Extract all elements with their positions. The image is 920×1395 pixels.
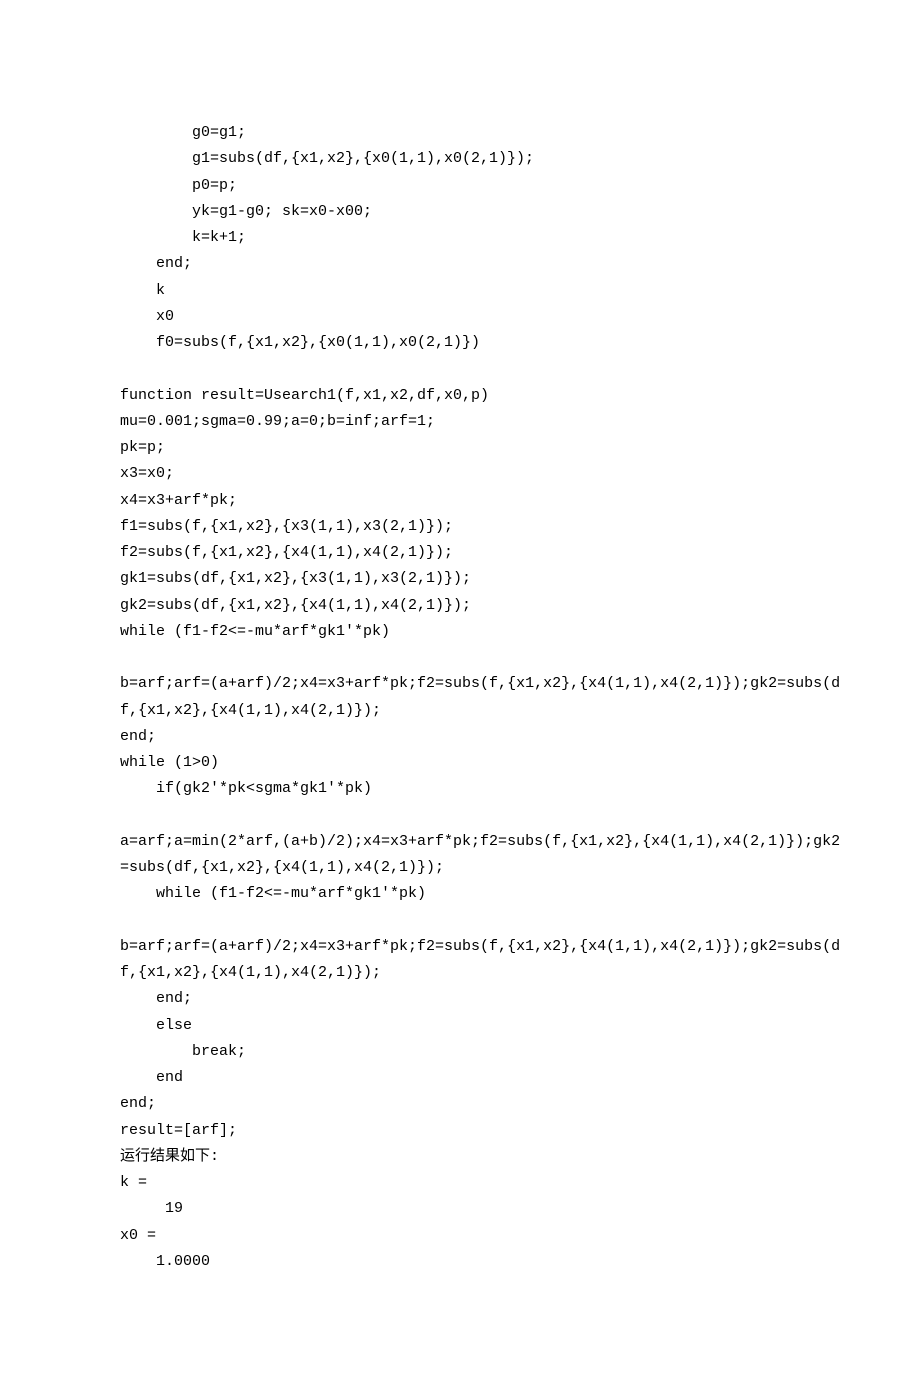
- code-line: x3=x0;: [120, 461, 800, 487]
- code-line: end;: [120, 251, 800, 277]
- code-line: g0=g1;: [120, 120, 800, 146]
- code-line: f,{x1,x2},{x4(1,1),x4(2,1)});: [120, 960, 800, 986]
- code-line: p0=p;: [120, 173, 800, 199]
- code-line: [120, 645, 800, 671]
- code-line: function result=Usearch1(f,x1,x2,df,x0,p…: [120, 383, 800, 409]
- code-line: mu=0.001;sgma=0.99;a=0;b=inf;arf=1;: [120, 409, 800, 435]
- code-line: while (f1-f2<=-mu*arf*gk1'*pk): [120, 619, 800, 645]
- code-line: k: [120, 278, 800, 304]
- code-line: [120, 803, 800, 829]
- code-line: b=arf;arf=(a+arf)/2;x4=x3+arf*pk;f2=subs…: [120, 671, 800, 697]
- code-line: a=arf;a=min(2*arf,(a+b)/2);x4=x3+arf*pk;…: [120, 829, 800, 855]
- code-line: end;: [120, 986, 800, 1012]
- code-line: x0: [120, 304, 800, 330]
- code-line: while (1>0): [120, 750, 800, 776]
- code-line: k=k+1;: [120, 225, 800, 251]
- code-line: k =: [120, 1170, 800, 1196]
- code-line: 1.0000: [120, 1249, 800, 1275]
- code-line: yk=g1-g0; sk=x0-x00;: [120, 199, 800, 225]
- code-line: end;: [120, 1091, 800, 1117]
- code-line: x0 =: [120, 1223, 800, 1249]
- code-line: result=[arf];: [120, 1118, 800, 1144]
- code-line: gk2=subs(df,{x1,x2},{x4(1,1),x4(2,1)});: [120, 593, 800, 619]
- code-line: [120, 908, 800, 934]
- code-line: pk=p;: [120, 435, 800, 461]
- code-line: [120, 356, 800, 382]
- code-line: if(gk2'*pk<sgma*gk1'*pk): [120, 776, 800, 802]
- code-line: f0=subs(f,{x1,x2},{x0(1,1),x0(2,1)}): [120, 330, 800, 356]
- code-document: g0=g1;g1=subs(df,{x1,x2},{x0(1,1),x0(2,1…: [120, 120, 800, 1275]
- code-line: end: [120, 1065, 800, 1091]
- code-line: else: [120, 1013, 800, 1039]
- code-line: f,{x1,x2},{x4(1,1),x4(2,1)});: [120, 698, 800, 724]
- code-line: 运行结果如下:: [120, 1144, 800, 1170]
- code-line: g1=subs(df,{x1,x2},{x0(1,1),x0(2,1)});: [120, 146, 800, 172]
- code-line: =subs(df,{x1,x2},{x4(1,1),x4(2,1)});: [120, 855, 800, 881]
- code-line: gk1=subs(df,{x1,x2},{x3(1,1),x3(2,1)});: [120, 566, 800, 592]
- code-line: break;: [120, 1039, 800, 1065]
- code-line: b=arf;arf=(a+arf)/2;x4=x3+arf*pk;f2=subs…: [120, 934, 800, 960]
- code-line: 19: [120, 1196, 800, 1222]
- code-line: x4=x3+arf*pk;: [120, 488, 800, 514]
- code-line: end;: [120, 724, 800, 750]
- code-line: f2=subs(f,{x1,x2},{x4(1,1),x4(2,1)});: [120, 540, 800, 566]
- code-line: while (f1-f2<=-mu*arf*gk1'*pk): [120, 881, 800, 907]
- code-line: f1=subs(f,{x1,x2},{x3(1,1),x3(2,1)});: [120, 514, 800, 540]
